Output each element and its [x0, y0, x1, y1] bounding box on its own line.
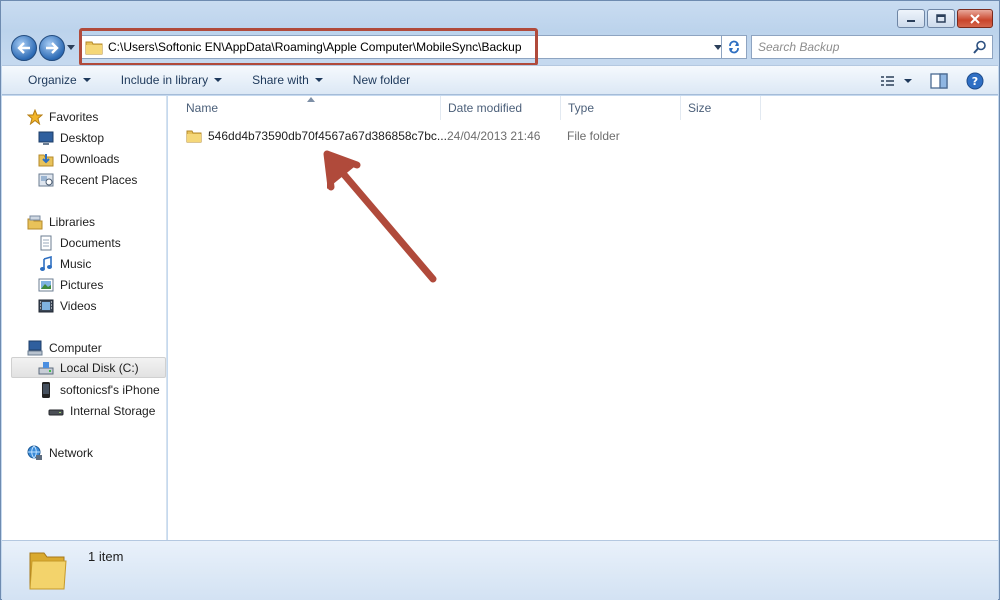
back-icon: [17, 42, 30, 54]
sidebar-item-downloads[interactable]: Downloads: [38, 148, 119, 169]
new-folder-button[interactable]: New folder: [353, 73, 410, 87]
details-pane: 1 item: [2, 540, 998, 600]
refresh-icon: [729, 40, 739, 54]
close-button[interactable]: [957, 9, 993, 28]
forward-button[interactable]: [39, 35, 65, 61]
caption-buttons: [897, 9, 993, 28]
sidebar-item-internal-storage[interactable]: Internal Storage: [48, 400, 155, 421]
sidebar-item-label: Recent Places: [60, 172, 138, 187]
computer-icon: [27, 340, 43, 356]
music-icon: [38, 255, 54, 272]
item-count: 1 item: [88, 549, 124, 564]
navigation-pane: Favorites Desktop Downloads Recent Place…: [2, 96, 167, 540]
sidebar-item-videos[interactable]: Videos: [38, 295, 96, 316]
file-name-cell[interactable]: 546dd4b73590db70f4567a67d386858c7bc...: [186, 126, 447, 146]
svg-text:?: ?: [972, 75, 978, 88]
file-name: 546dd4b73590db70f4567a67d386858c7bc...: [208, 129, 447, 143]
storage-icon: [48, 403, 64, 419]
sidebar-item-label: Videos: [60, 298, 97, 313]
recent-pages-dropdown[interactable]: [67, 43, 75, 51]
sidebar-item-favorites[interactable]: Favorites: [27, 106, 98, 127]
include-in-library-label: Include in library: [120, 73, 209, 87]
column-header-date-modified[interactable]: Date modified: [441, 96, 561, 120]
sidebar-item-pictures[interactable]: Pictures: [38, 274, 103, 295]
desktop-icon: [38, 130, 54, 146]
view-controls: ?: [880, 72, 984, 90]
column-header-label: Size: [688, 101, 712, 115]
change-view-button[interactable]: [880, 74, 912, 88]
sidebar-item-label: Music: [60, 256, 92, 271]
share-with-button[interactable]: Share with: [252, 73, 323, 87]
folder-icon: [186, 130, 202, 143]
chevron-down-icon: [314, 78, 323, 82]
sidebar-item-label: Downloads: [60, 151, 120, 166]
file-type: File folder: [567, 129, 620, 143]
column-header-label: Type: [568, 101, 595, 115]
sidebar-item-recent-places[interactable]: Recent Places: [38, 169, 137, 190]
search-box[interactable]: Search Backup: [751, 35, 993, 59]
organize-label: Organize: [28, 73, 77, 87]
table-row[interactable]: 546dd4b73590db70f4567a67d386858c7bc... 2…: [182, 126, 742, 146]
forward-icon: [46, 42, 59, 54]
sidebar-item-libraries[interactable]: Libraries: [27, 211, 95, 232]
minimize-button[interactable]: [897, 9, 925, 28]
sidebar-item-label: Computer: [49, 340, 102, 355]
minimize-icon: [907, 19, 915, 22]
sidebar-item-label: Internal Storage: [70, 403, 156, 418]
view-icon: [881, 76, 894, 86]
sidebar-item-label: Libraries: [49, 214, 96, 229]
column-header-size[interactable]: Size: [681, 96, 761, 120]
sort-ascending-icon: [307, 97, 315, 102]
sidebar-item-label: Favorites: [49, 109, 99, 124]
search-placeholder[interactable]: Search Backup: [758, 40, 839, 54]
back-button[interactable]: [11, 35, 37, 61]
downloads-icon: [38, 151, 54, 167]
sidebar-item-iphone[interactable]: softonicsf's iPhone: [38, 379, 160, 400]
chevron-down-icon: [904, 79, 912, 83]
close-icon: [970, 13, 980, 24]
folder-icon: [29, 552, 67, 590]
file-date-modified: 24/04/2013 21:46: [447, 129, 541, 143]
column-header-label: Name: [186, 101, 219, 115]
sidebar-item-network[interactable]: Network: [27, 442, 93, 463]
sidebar-item-label: Network: [49, 445, 94, 460]
chevron-down-icon: [214, 78, 223, 82]
sidebar-item-computer[interactable]: Computer: [27, 337, 102, 358]
sidebar-item-label: Documents: [60, 235, 121, 250]
include-in-library-button[interactable]: Include in library: [120, 73, 223, 87]
maximize-button[interactable]: [927, 9, 955, 28]
explorer-window: C:\Users\Softonic EN\AppData\Roaming\App…: [0, 0, 1000, 600]
column-header-type[interactable]: Type: [561, 96, 681, 120]
star-icon: [27, 108, 43, 125]
sidebar-item-label: Pictures: [60, 277, 104, 292]
share-with-label: Share with: [252, 73, 309, 87]
sidebar-item-label: Local Disk (C:): [60, 360, 139, 375]
sidebar-item-music[interactable]: Music: [38, 253, 91, 274]
library-icon: [27, 214, 43, 230]
refresh-button[interactable]: [721, 35, 747, 59]
network-icon: [27, 445, 43, 461]
sidebar-item-label: Desktop: [60, 130, 105, 145]
sidebar-item-desktop[interactable]: Desktop: [38, 127, 104, 148]
sidebar-item-label: softonicsf's iPhone: [60, 382, 160, 397]
phone-icon: [38, 381, 54, 398]
sidebar-item-documents[interactable]: Documents: [38, 232, 121, 253]
videos-icon: [38, 298, 54, 314]
address-highlight-annotation: [79, 28, 538, 66]
preview-pane-icon[interactable]: [930, 73, 948, 89]
disk-icon: [38, 360, 54, 376]
maximize-icon: [936, 13, 946, 23]
new-folder-label: New folder: [352, 73, 411, 87]
sidebar-item-local-disk[interactable]: Local Disk (C:): [11, 357, 166, 378]
search-icon[interactable]: [973, 40, 987, 54]
file-list: Name Date modified Type Size 546dd4b7359…: [168, 96, 998, 540]
recent-places-icon: [38, 172, 54, 188]
command-bar: Organize Include in library Share with N…: [2, 65, 998, 95]
pictures-icon: [38, 277, 54, 293]
chevron-down-icon: [82, 78, 91, 82]
document-icon: [38, 235, 54, 251]
organize-button[interactable]: Organize: [28, 73, 91, 87]
help-icon[interactable]: ?: [966, 72, 984, 90]
column-header-label: Date modified: [448, 101, 523, 115]
